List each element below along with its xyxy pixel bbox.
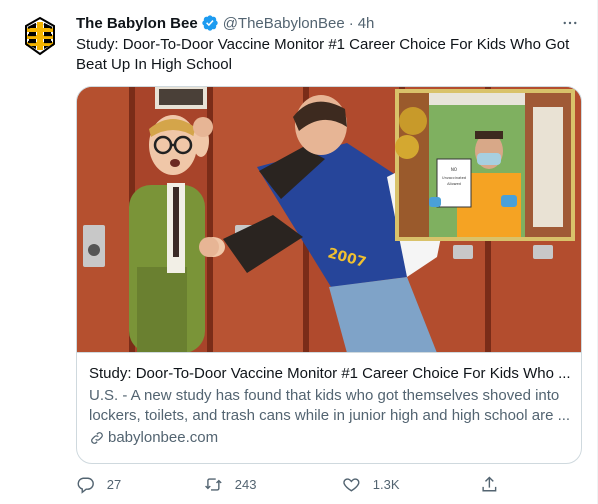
reply-icon — [76, 475, 95, 494]
svg-text:Allowed: Allowed — [447, 182, 461, 186]
card-image[interactable]: 2007 NO Unvaccinated Allowed — [77, 87, 581, 353]
retweet-icon — [204, 475, 223, 494]
tweet[interactable]: The Babylon Bee @TheBabylonBee · 4h Stud… — [0, 0, 598, 504]
tweet-header: The Babylon Bee @TheBabylonBee · 4h — [76, 12, 374, 34]
share-button[interactable] — [480, 470, 499, 498]
svg-text:Unvaccinated: Unvaccinated — [442, 176, 466, 180]
more-options-button[interactable] — [559, 12, 581, 34]
timestamp[interactable]: 4h — [358, 15, 375, 32]
card-description: U.S. - A new study has found that kids w… — [89, 387, 571, 424]
heart-icon — [342, 475, 361, 494]
reply-count: 27 — [106, 476, 122, 492]
more-horizontal-icon — [563, 21, 577, 25]
link-card[interactable]: 2007 NO Unvaccinated Allowed Study: Door… — [76, 86, 582, 464]
retweet-count: 243 — [234, 476, 257, 492]
like-count: 1.3K — [372, 476, 400, 492]
reply-button[interactable]: 27 — [76, 470, 121, 498]
retweet-button[interactable]: 243 — [204, 470, 256, 498]
card-body: Study: Door-To-Door Vaccine Monitor #1 C… — [89, 364, 571, 448]
article-image: 2007 NO Unvaccinated Allowed — [77, 87, 581, 352]
tweet-actions: 27 243 1.3K — [76, 470, 506, 498]
card-domain: babylonbee.com — [89, 428, 571, 448]
card-title[interactable]: Study: Door-To-Door Vaccine Monitor #1 C… — [89, 364, 571, 384]
user-handle[interactable]: @TheBabylonBee — [223, 15, 345, 32]
share-icon — [480, 475, 499, 494]
like-button[interactable]: 1.3K — [342, 470, 400, 498]
avatar[interactable] — [16, 12, 64, 60]
tweet-text: Study: Door-To-Door Vaccine Monitor #1 C… — [76, 36, 570, 73]
verified-badge-icon — [201, 14, 219, 32]
separator-dot: · — [348, 14, 354, 32]
display-name[interactable]: The Babylon Bee — [76, 15, 198, 32]
card-domain-text: babylonbee.com — [108, 429, 219, 446]
svg-text:NO: NO — [451, 167, 457, 172]
bee-logo-icon — [25, 16, 55, 56]
link-icon — [89, 430, 105, 446]
